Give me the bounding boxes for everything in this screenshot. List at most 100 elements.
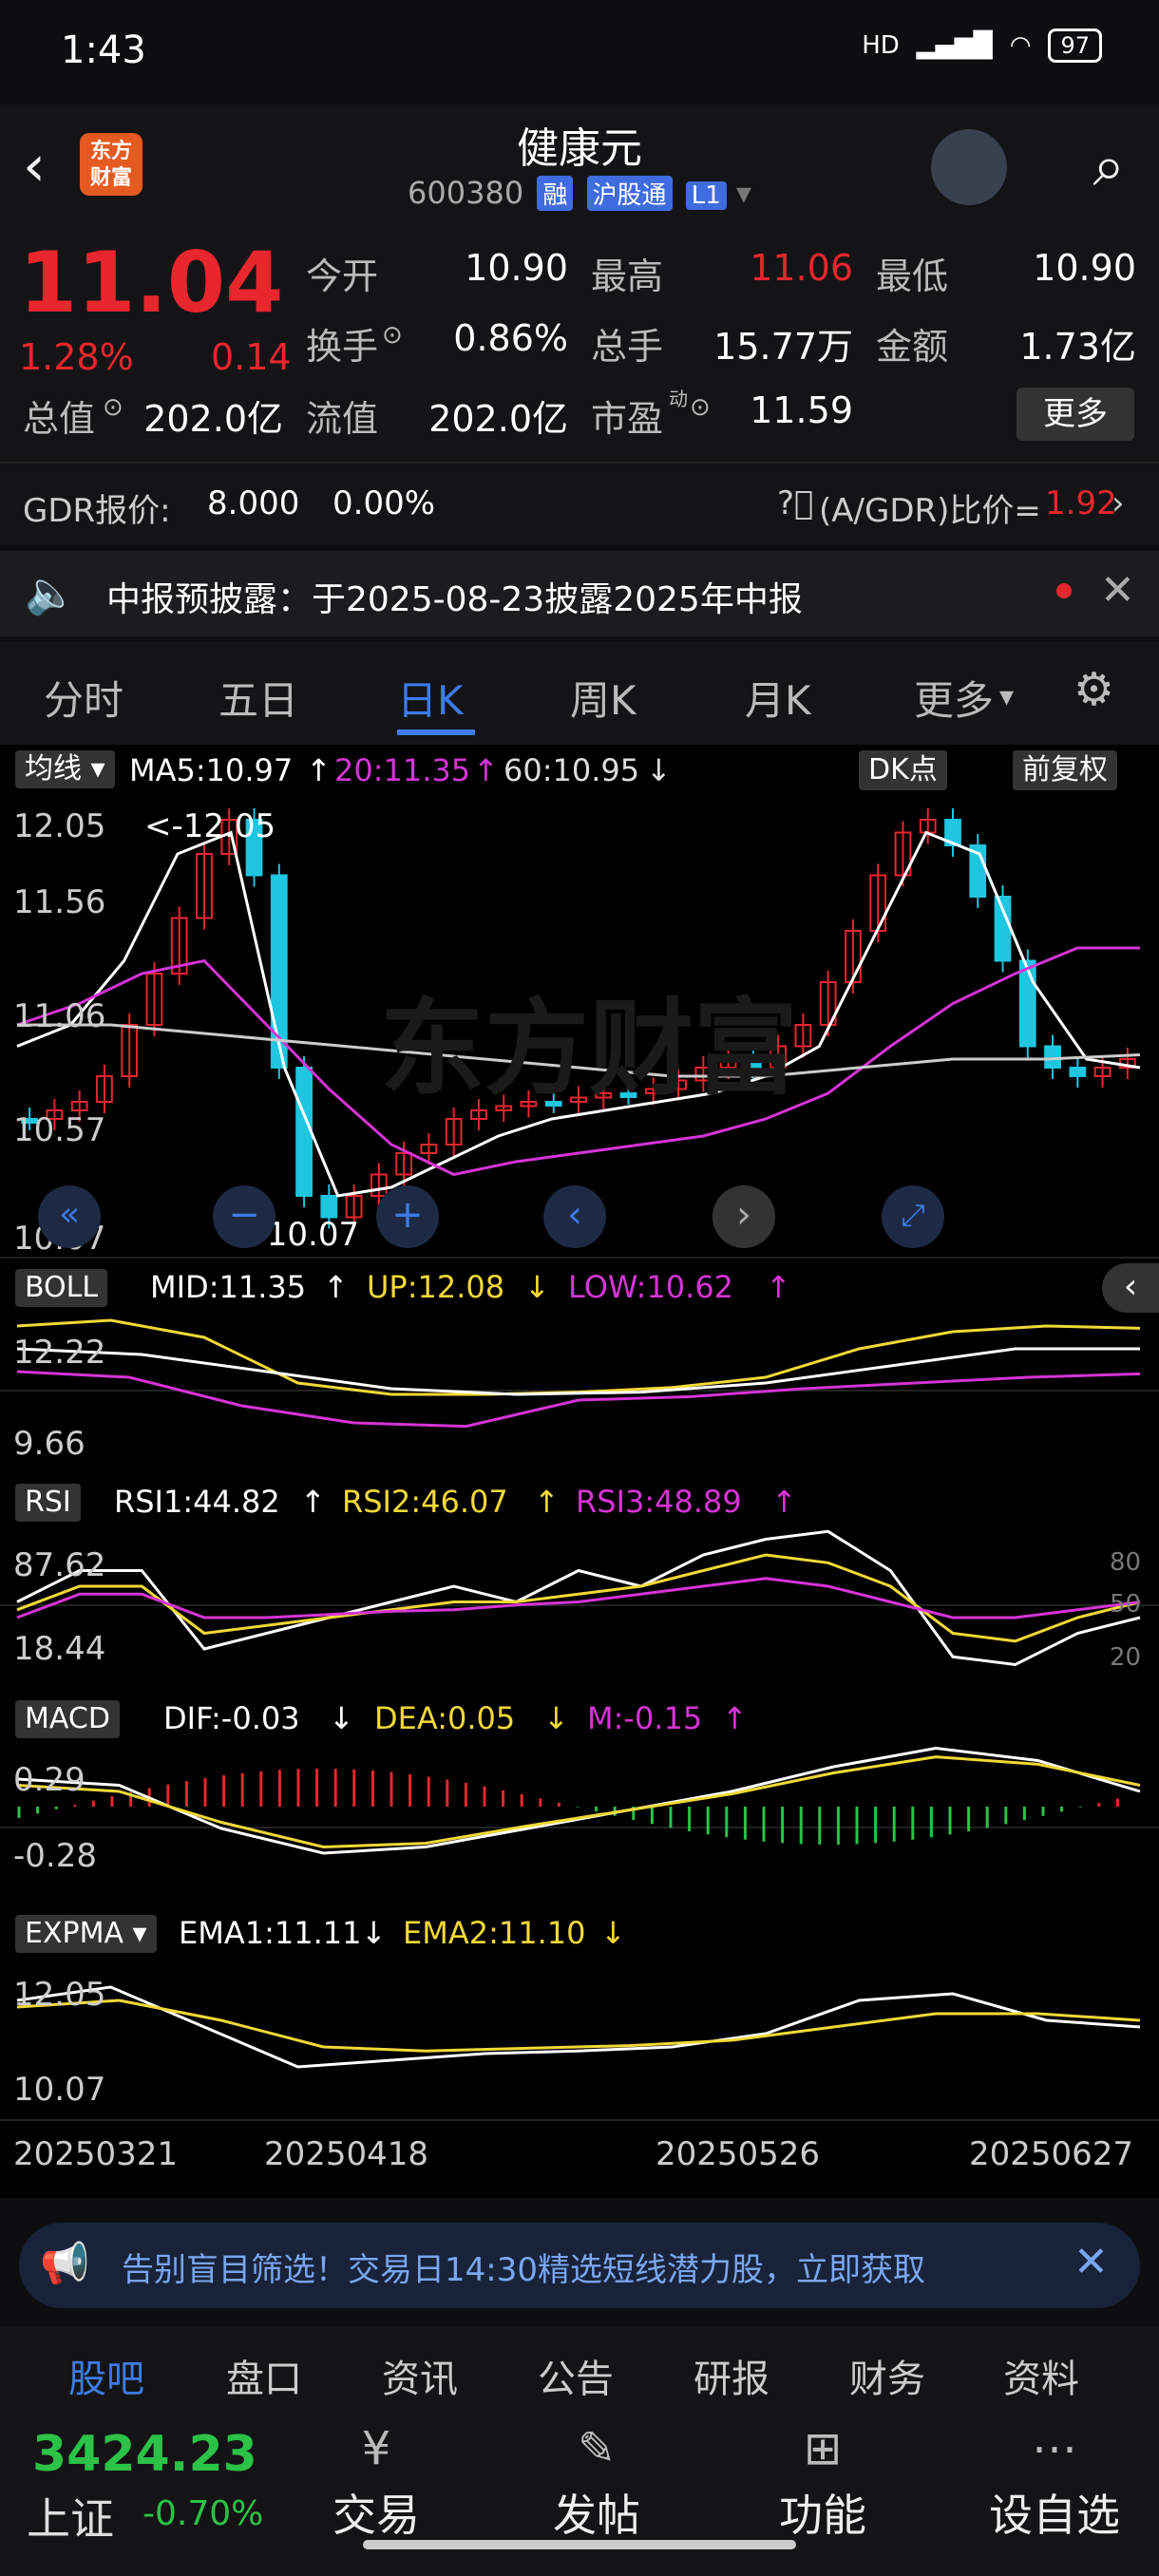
arrow-down-icon: ↓ <box>361 1915 387 1951</box>
robot-assistant-icon[interactable] <box>931 129 1007 205</box>
rsi1-value: RSI1:44.82 <box>114 1484 280 1520</box>
index-name[interactable]: 上证 <box>27 2485 114 2548</box>
quote-panel: 11.04 1.28% 0.14 今开 10.90 最高 11.06 最低 10… <box>0 226 1159 462</box>
ma-selector[interactable]: 均线 ▾ <box>15 750 115 788</box>
search-icon[interactable]: ⌕ <box>1092 133 1125 199</box>
dk-point-button[interactable]: DK点 <box>859 750 947 790</box>
help-icon[interactable]: ?⃝ <box>777 484 813 522</box>
rsi-selector[interactable]: RSI <box>15 1484 81 1522</box>
open-value: 10.90 <box>465 247 568 289</box>
arrow-down-icon: ↓ <box>543 1700 569 1736</box>
tab-orderbook[interactable]: 盘口 <box>226 2348 302 2403</box>
gear-icon[interactable]: ⚙ <box>1074 663 1114 716</box>
rsi-level: 20 <box>1110 1643 1142 1672</box>
boll-lower <box>16 1370 1141 1429</box>
y-tick: 12.05 <box>13 1976 106 2014</box>
close-icon[interactable]: ✕ <box>1100 566 1135 615</box>
gdr-price: 8.000 <box>207 484 300 522</box>
collapse-panel-icon[interactable]: ‹ <box>1102 1263 1159 1313</box>
unread-dot <box>1056 583 1072 598</box>
boll-low: LOW:10.62 <box>568 1269 734 1305</box>
gdr-row[interactable]: GDR报价: 8.000 0.00% ?⃝ (A/GDR)比价= 1.92 › <box>0 462 1159 545</box>
function-button[interactable]: ⊞ 功能 <box>747 2422 899 2544</box>
candle <box>295 1067 313 1197</box>
add-watchlist-label: 设自选 <box>989 2490 1120 2541</box>
scroll-right-icon[interactable]: › <box>712 1185 775 1248</box>
tag-margin: 融 <box>537 176 574 211</box>
pe-dynamic-sup: 动 <box>669 388 688 410</box>
y-tick: 10.07 <box>13 2071 106 2109</box>
more-button[interactable]: 更多 <box>1016 388 1134 441</box>
y-tick: 87.62 <box>13 1546 106 1584</box>
tab-weekly-k[interactable]: 周K <box>570 669 636 727</box>
trade-label: 交易 <box>332 2490 420 2541</box>
high-value: 11.06 <box>750 247 853 289</box>
turnover-label: 换手 <box>306 326 379 368</box>
macd-dif: DIF:-0.03 <box>163 1700 300 1736</box>
ema1-value: EMA1:11.11 <box>179 1915 362 1951</box>
zoom-in-icon[interactable]: + <box>376 1185 439 1248</box>
close-icon[interactable]: ✕ <box>1074 2238 1109 2286</box>
arrow-up-icon: ↑ <box>306 752 332 788</box>
tab-daily-k[interactable]: 日K <box>397 669 464 727</box>
volume-value: 15.77万 <box>713 326 853 368</box>
arrow-down-icon: ↓ <box>329 1700 354 1736</box>
x-tick-date: 20250627 <box>969 2135 1134 2173</box>
boll-selector[interactable]: BOLL <box>15 1269 108 1307</box>
yen-icon: ¥ <box>361 2422 391 2475</box>
rsi-level: 50 <box>1110 1590 1142 1619</box>
adjust-mode-button[interactable]: 前复权 <box>1013 750 1117 790</box>
arrow-up-icon: ↑ <box>534 1484 560 1520</box>
y-tick: 10.57 <box>13 1111 106 1149</box>
active-tab-indicator <box>397 729 475 735</box>
info-icon[interactable]: ⊙ <box>382 321 403 350</box>
notice-bar[interactable]: 🔈 中报预披露：于2025-08-23披露2025年中报 ✕ <box>0 551 1159 636</box>
index-value[interactable]: 3424.23 <box>32 2426 257 2483</box>
post-button[interactable]: ✎ 发帖 <box>521 2422 673 2544</box>
tab-finance[interactable]: 财务 <box>849 2348 925 2403</box>
kline-chart-area[interactable]: 东方财富 均线 ▾ MA5:10.97 ↑ 20:11.35 ↑ 60:10.9… <box>0 745 1159 2198</box>
tab-more[interactable]: 更多 <box>914 669 994 727</box>
caret-down-icon: ▾ <box>999 680 1015 713</box>
low-label: 最低 <box>876 256 949 297</box>
tab-monthly-k[interactable]: 月K <box>745 669 811 727</box>
macd-selector[interactable]: MACD <box>15 1700 120 1738</box>
info-tabs: 股吧 盘口 资讯 公告 研报 财务 资料 <box>0 2327 1159 2418</box>
scroll-left-fast-icon[interactable]: « <box>38 1185 101 1248</box>
arrow-up-icon: ↑ <box>771 1484 797 1520</box>
tab-intraday[interactable]: 分时 <box>44 669 124 727</box>
y-tick: 18.44 <box>13 1630 106 1668</box>
boll-mid <box>16 1347 1140 1396</box>
edit-icon: ✎ <box>577 2422 617 2475</box>
arrow-up-icon: ↑ <box>722 1700 748 1736</box>
tab-news[interactable]: 资讯 <box>382 2348 458 2403</box>
pe-label: 市盈 <box>591 398 664 440</box>
change-amount: 0.14 <box>211 336 292 378</box>
scroll-left-icon[interactable]: ‹ <box>543 1185 606 1248</box>
tab-five-day[interactable]: 五日 <box>218 669 298 727</box>
tag-level: L1 <box>685 181 727 210</box>
zoom-out-icon[interactable]: − <box>213 1185 276 1248</box>
expma-selector[interactable]: EXPMA ▾ <box>15 1915 157 1953</box>
arrow-up-icon: ↑ <box>300 1484 326 1520</box>
gdr-ratio-value: 1.92 <box>1045 484 1117 522</box>
add-watchlist-button[interactable]: ⋯ 设自选 <box>969 2422 1140 2544</box>
grid-icon: ⊞ <box>803 2422 843 2475</box>
promo-banner[interactable]: 📢 告别盲目筛选！交易日14:30精选短线潜力股，立即获取 ✕ <box>19 2223 1140 2308</box>
rsi2-value: RSI2:46.07 <box>342 1484 508 1520</box>
tab-research[interactable]: 研报 <box>694 2348 770 2403</box>
fullscreen-icon[interactable]: ⤢ <box>882 1185 944 1248</box>
more-dots-icon: ⋯ <box>1032 2422 1077 2475</box>
tab-profile[interactable]: 资料 <box>1003 2348 1079 2403</box>
tab-forum[interactable]: 股吧 <box>68 2348 144 2403</box>
info-icon[interactable]: ⊙ <box>103 393 124 422</box>
change-percent: 1.28% <box>19 336 134 378</box>
trade-button[interactable]: ¥ 交易 <box>300 2422 452 2544</box>
tab-announcement[interactable]: 公告 <box>538 2348 614 2403</box>
network-icon: HD <box>862 31 900 60</box>
rsi2-line <box>16 1553 1141 1643</box>
function-label: 功能 <box>779 2490 866 2541</box>
battery-icon: 97 <box>1048 28 1102 63</box>
rsi3-value: RSI3:48.89 <box>576 1484 742 1520</box>
y-tick: -0.28 <box>13 1837 97 1875</box>
